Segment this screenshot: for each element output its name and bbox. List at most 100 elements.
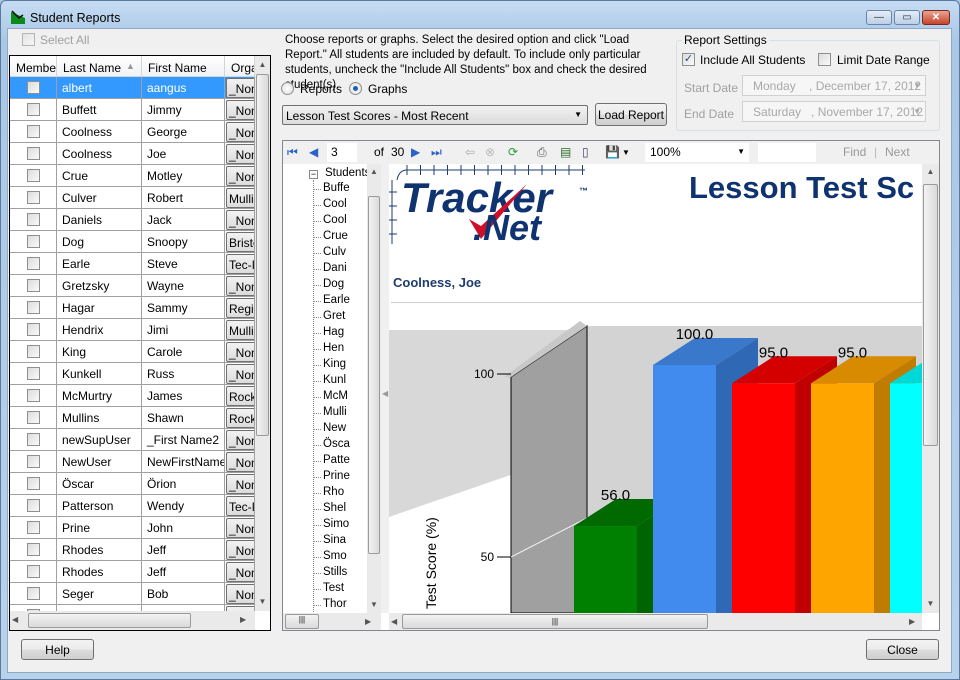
grid-vertical-scrollbar[interactable]: ▲ ▼ bbox=[255, 56, 270, 611]
member-checkbox[interactable] bbox=[27, 499, 40, 512]
last-page-icon[interactable]: ⏭ bbox=[431, 145, 442, 160]
tree-item-student[interactable]: Shel bbox=[323, 502, 346, 514]
table-row[interactable]: Öscar Örion _Non bbox=[10, 473, 255, 495]
org-button[interactable]: _Non bbox=[226, 100, 254, 120]
end-date-picker[interactable]: Saturday , November 17, 2012 ▼ bbox=[742, 101, 926, 122]
scrollbar-thumb[interactable] bbox=[28, 613, 191, 628]
tree-vertical-scrollbar[interactable]: ▲ ▼ bbox=[367, 164, 381, 613]
scrollbar-thumb[interactable] bbox=[256, 74, 269, 436]
first-name-cell[interactable]: Shawn bbox=[142, 407, 225, 428]
tree-item-student[interactable]: Prine bbox=[323, 470, 350, 482]
print-layout-icon[interactable]: ▤ bbox=[560, 145, 571, 159]
last-name-cell[interactable]: Crue bbox=[57, 165, 142, 186]
table-row[interactable]: Earle Steve Tec-I bbox=[10, 253, 255, 275]
org-button[interactable]: _Non bbox=[226, 78, 254, 98]
org-button[interactable]: _Non bbox=[226, 122, 254, 142]
first-name-cell[interactable]: Wayne bbox=[142, 275, 225, 296]
refresh-icon[interactable]: ⟳ bbox=[508, 145, 518, 159]
next-page-icon[interactable]: ▶ bbox=[411, 145, 420, 159]
column-header-member[interactable]: Member bbox=[10, 56, 57, 77]
member-checkbox[interactable] bbox=[27, 125, 40, 138]
last-name-cell[interactable]: Seger bbox=[57, 583, 142, 604]
org-button[interactable]: Tec-I bbox=[226, 254, 254, 274]
include-all-students-checkbox[interactable]: ✓ bbox=[682, 53, 695, 66]
table-row[interactable]: Kunkell Russ _Non bbox=[10, 363, 255, 385]
find-input[interactable] bbox=[758, 143, 816, 162]
first-name-cell[interactable]: James bbox=[142, 385, 225, 406]
scroll-right-arrow[interactable]: ▶ bbox=[909, 617, 915, 626]
load-report-button[interactable]: Load Report bbox=[595, 103, 667, 126]
table-row[interactable]: albert aangus _Non bbox=[10, 77, 255, 99]
print-icon[interactable]: ⎙ bbox=[537, 145, 547, 160]
org-button[interactable]: _Non bbox=[226, 452, 254, 472]
member-checkbox[interactable] bbox=[27, 433, 40, 446]
tree-item-student[interactable]: Gret bbox=[323, 310, 345, 322]
scroll-right-arrow[interactable]: ▶ bbox=[240, 615, 246, 624]
table-row[interactable]: King Carole _Non bbox=[10, 341, 255, 363]
scroll-down-arrow[interactable]: ▼ bbox=[255, 597, 270, 606]
tree-item-student[interactable]: Crue bbox=[323, 230, 348, 242]
table-row[interactable]: Hagar Sammy Regio bbox=[10, 297, 255, 319]
report-vertical-scrollbar[interactable]: ▲ ▼ bbox=[922, 164, 939, 613]
tree-item-student[interactable]: Thor bbox=[323, 598, 347, 610]
member-checkbox[interactable] bbox=[27, 169, 40, 182]
table-row[interactable]: NewUser NewFirstName2 _Non bbox=[10, 451, 255, 473]
member-checkbox[interactable] bbox=[27, 81, 40, 94]
page-setup-icon[interactable]: ▯ bbox=[582, 145, 589, 159]
tree-item-student[interactable]: Hen bbox=[323, 342, 344, 354]
back-icon[interactable]: ⇦ bbox=[465, 145, 475, 159]
first-name-cell[interactable]: Jack bbox=[142, 209, 225, 230]
tree-horizontal-scrollbar[interactable]: ||| ▶ bbox=[283, 613, 381, 630]
table-row[interactable]: Rhodes Jeff _Non bbox=[10, 539, 255, 561]
tree-item-student[interactable]: New bbox=[323, 422, 346, 434]
scroll-up-arrow[interactable]: ▲ bbox=[367, 164, 381, 176]
org-button[interactable]: Regio bbox=[226, 298, 254, 318]
last-name-cell[interactable]: Hendrix bbox=[57, 319, 142, 340]
org-button[interactable]: _Non bbox=[226, 166, 254, 186]
tree-item-student[interactable]: Cool bbox=[323, 214, 347, 226]
table-row[interactable]: Culver Robert Mullin bbox=[10, 187, 255, 209]
scroll-left-arrow[interactable]: ◀ bbox=[12, 615, 18, 624]
tree-item-student[interactable]: Sina bbox=[323, 534, 346, 546]
table-row[interactable]: Hendrix Jimi Mullin bbox=[10, 319, 255, 341]
org-button[interactable]: Mullin bbox=[226, 320, 254, 340]
first-name-cell[interactable]: Jeff bbox=[142, 539, 225, 560]
table-row[interactable]: Dog Snoopy Bristo bbox=[10, 231, 255, 253]
tree-item-student[interactable]: Earle bbox=[323, 294, 350, 306]
org-button[interactable]: _Non bbox=[226, 518, 254, 538]
org-button[interactable]: _Non bbox=[226, 540, 254, 560]
reports-radio[interactable] bbox=[281, 82, 294, 95]
table-row[interactable]: Mullins Shawn Rock bbox=[10, 407, 255, 429]
member-checkbox[interactable] bbox=[27, 389, 40, 402]
member-checkbox[interactable] bbox=[27, 543, 40, 556]
org-button[interactable]: _Non bbox=[226, 584, 254, 604]
member-checkbox[interactable] bbox=[27, 367, 40, 380]
tree-item-student[interactable]: McM bbox=[323, 390, 348, 402]
org-button[interactable]: Bristo bbox=[226, 232, 254, 252]
org-button[interactable]: _Non bbox=[226, 342, 254, 362]
member-checkbox[interactable] bbox=[27, 301, 40, 314]
tree-item-student[interactable]: Rho bbox=[323, 486, 344, 498]
first-name-cell[interactable]: aangus bbox=[142, 77, 225, 98]
member-checkbox[interactable] bbox=[27, 235, 40, 248]
chevron-down-icon[interactable]: ▼ bbox=[622, 148, 630, 157]
first-page-icon[interactable]: ⏮ bbox=[287, 145, 298, 160]
table-row[interactable]: Buffett Jimmy _Non bbox=[10, 99, 255, 121]
first-name-cell[interactable]: Wendy bbox=[142, 495, 225, 516]
org-button[interactable]: Rock bbox=[226, 386, 254, 406]
previous-page-icon[interactable]: ◀ bbox=[309, 145, 318, 159]
first-name-cell[interactable]: _First Name2 bbox=[142, 429, 225, 450]
last-name-cell[interactable]: Prine bbox=[57, 517, 142, 538]
last-name-cell[interactable]: Hagar bbox=[57, 297, 142, 318]
tree-item-student[interactable]: Patte bbox=[323, 454, 350, 466]
org-button[interactable]: _Non bbox=[226, 210, 254, 230]
close-button[interactable]: Close bbox=[866, 639, 939, 660]
select-all-checkbox[interactable] bbox=[22, 33, 35, 46]
last-name-cell[interactable]: Culver bbox=[57, 187, 142, 208]
first-name-cell[interactable]: Motley bbox=[142, 165, 225, 186]
table-row[interactable]: Crue Motley _Non bbox=[10, 165, 255, 187]
scrollbar-thumb[interactable]: ||| bbox=[285, 614, 319, 629]
table-row[interactable]: Gretzsky Wayne _Non bbox=[10, 275, 255, 297]
maximize-button[interactable]: ▭ bbox=[894, 10, 920, 25]
last-name-cell[interactable]: Coolness bbox=[57, 143, 142, 164]
